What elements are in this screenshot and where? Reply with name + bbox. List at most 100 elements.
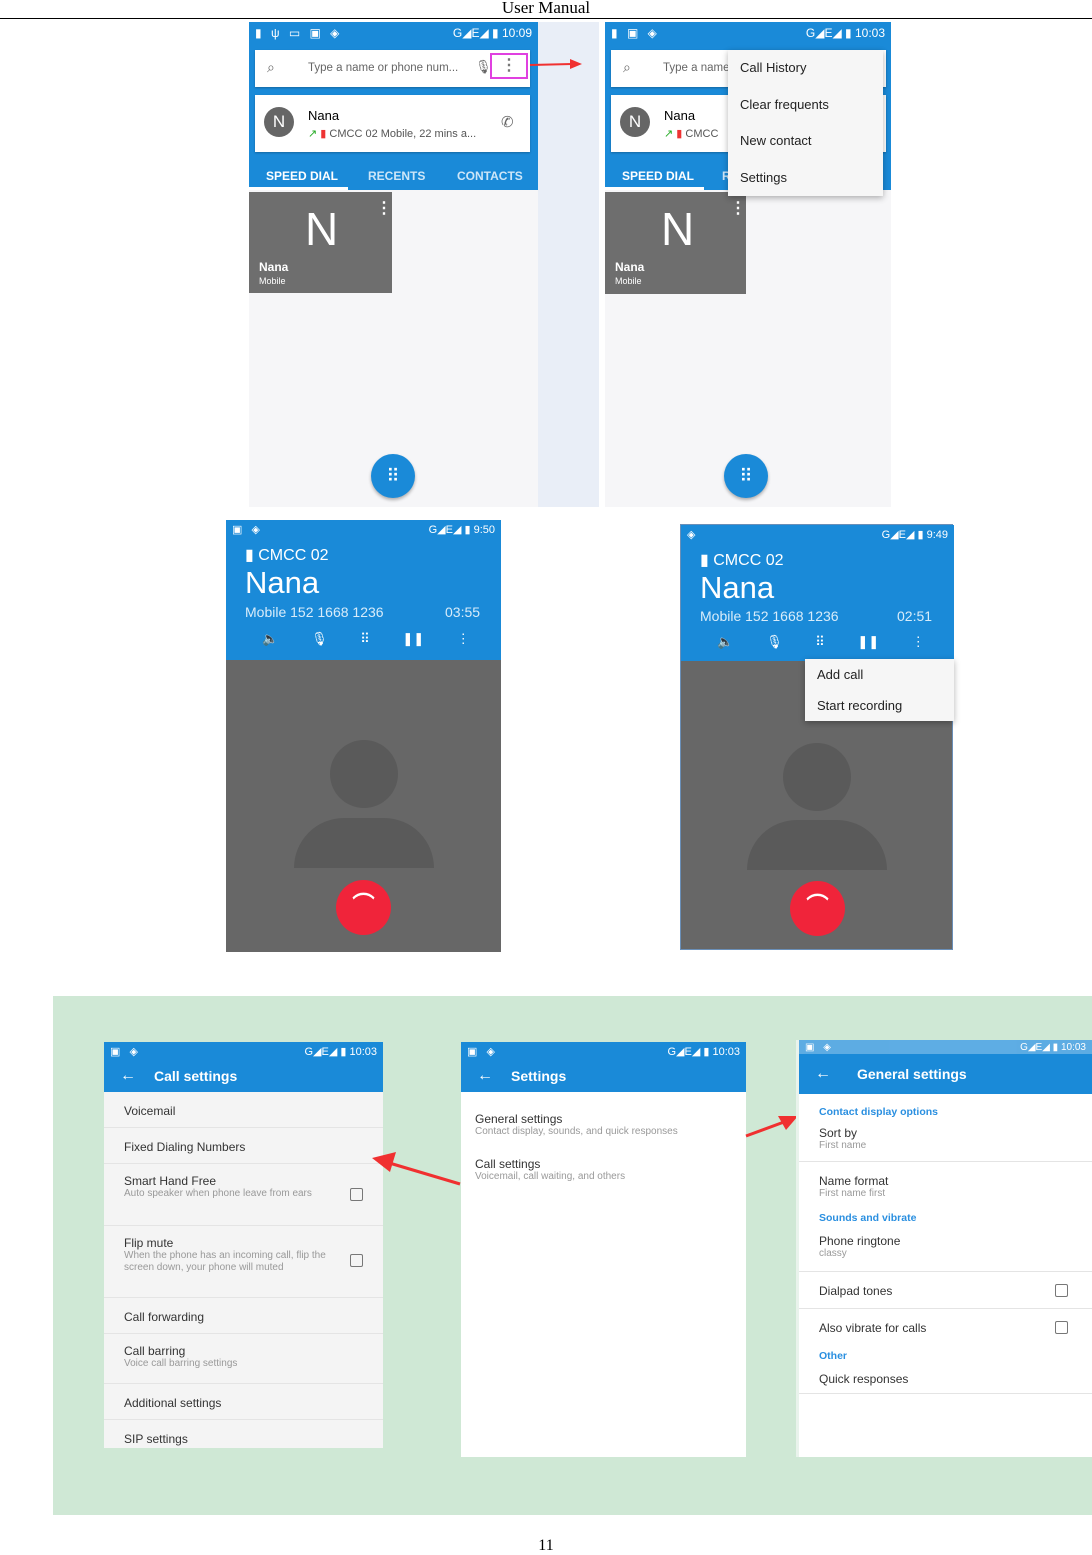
search-box[interactable]: ⌕ Type a name or phone num... 🎙 ⋮ [255, 50, 530, 87]
settings-item-ringtone[interactable]: Phone ringtone classy [799, 1224, 1092, 1272]
status-bar: ▮ ▣ ◈ G◢E◢ ▮ 10:03 [611, 26, 885, 40]
more-icon[interactable]: ⋮ [457, 631, 470, 647]
settings-item-call-forwarding[interactable]: Call forwarding [104, 1298, 383, 1334]
arrow-icon [745, 1116, 798, 1138]
screen-title: General settings [857, 1066, 967, 1082]
caller-number: Mobile 152 1668 1236 [245, 604, 384, 620]
dialpad-icon[interactable]: ⠿ [815, 634, 825, 650]
call-overflow-menu: Add call Start recording [805, 659, 954, 721]
back-arrow-icon[interactable]: ← [477, 1067, 493, 1085]
tab-contacts[interactable]: CONTACTS [457, 169, 523, 183]
call-duration: 03:55 [445, 604, 481, 620]
settings-item-general[interactable]: General settings Contact display, sounds,… [461, 1092, 746, 1137]
status-time: 10:09 [501, 26, 532, 40]
dialpad-icon[interactable]: ⠿ [360, 631, 370, 647]
screen-title: Settings [511, 1068, 567, 1084]
settings-item-call[interactable]: Call settings Voicemail, call waiting, an… [461, 1137, 746, 1182]
more-icon[interactable]: ⋮ [912, 634, 925, 650]
end-call-button[interactable]: ⌒ [790, 881, 845, 936]
status-bar: ▮ ψ ▭ ▣ ◈ G◢E◢ ▮ 10:09 [255, 26, 532, 40]
status-bar: ▣ ◈ G◢E◢ ▮ 10:03 [461, 1042, 746, 1060]
arrow-icon [529, 59, 582, 69]
settings-item-sip[interactable]: SIP settings [104, 1420, 383, 1448]
settings-item-quick-responses[interactable]: Quick responses [799, 1362, 1092, 1394]
speed-dial-tile[interactable]: N ⋮ Nana Mobile [249, 192, 392, 293]
call-settings-screenshot: ▣ ◈ G◢E◢ ▮ 10:03 ← Call settings Voicemail… [104, 1042, 383, 1448]
back-arrow-icon[interactable]: ← [815, 1065, 831, 1083]
status-time: 10:03 [854, 26, 885, 40]
end-call-button[interactable]: ⌒ [336, 880, 391, 935]
contact-detail: CMCC 02 Mobile, 22 mins a... [329, 128, 477, 140]
menu-item-new-contact[interactable]: New contact [728, 123, 883, 160]
settings-item-name-format[interactable]: Name format First name first [799, 1162, 1092, 1206]
more-options-icon[interactable]: ⋮ [490, 53, 528, 79]
tab-speed-dial[interactable]: SPEED DIAL [266, 169, 338, 183]
caller-name: Nana [700, 570, 775, 605]
dialpad-button[interactable]: ⠿ [724, 454, 768, 498]
settings-item-fdn[interactable]: Fixed Dialing Numbers [104, 1128, 383, 1164]
avatar: N [620, 107, 650, 137]
status-bar: ▣ ◈ G◢E◢ ▮ 10:03 [799, 1040, 1092, 1054]
tile-menu-icon[interactable]: ⋮ [376, 198, 392, 218]
carrier-label: ▮ CMCC 02 [245, 547, 329, 564]
search-input[interactable]: Type a name [663, 62, 729, 74]
tile-type: Mobile [259, 276, 286, 286]
settings-item-smart-hand-free[interactable]: Smart Hand Free Auto speaker when phone l… [104, 1164, 383, 1226]
screen-title: Call settings [154, 1068, 238, 1084]
speed-dial-tile[interactable]: N ⋮ Nana Mobile [605, 192, 746, 294]
mute-icon[interactable]: 🎙 [766, 634, 783, 650]
call-duration: 02:51 [897, 608, 933, 624]
recent-contact-card[interactable]: N Nana ↗ ▮ CMCC 02 Mobile, 22 mins a... … [255, 95, 530, 152]
app-bar: ← Settings [461, 1060, 746, 1092]
arrow-icon [372, 1152, 461, 1186]
tile-menu-icon[interactable]: ⋮ [730, 198, 746, 218]
settings-item-call-barring[interactable]: Call barring Voice call barring settings [104, 1334, 383, 1384]
search-input[interactable]: Type a name or phone num... [308, 62, 458, 74]
speaker-icon[interactable]: 🔈 [262, 631, 278, 647]
in-call-screenshot-1: ▣ ◈ G◢E◢ ▮ 9:50 ▮ CMCC 02 Nana Mobile 152… [226, 520, 501, 952]
checkbox[interactable] [350, 1188, 363, 1201]
app-bar: ← Call settings [104, 1060, 383, 1092]
menu-item-settings[interactable]: Settings [728, 160, 883, 197]
tab-recents[interactable]: RECENTS [368, 169, 425, 183]
search-icon: ⌕ [623, 59, 631, 75]
menu-item-start-recording[interactable]: Start recording [805, 690, 954, 721]
menu-item-clear-frequents[interactable]: Clear frequents [728, 87, 883, 124]
back-arrow-icon[interactable]: ← [120, 1067, 136, 1085]
settings-item-vibrate[interactable]: Also vibrate for calls [799, 1309, 1092, 1346]
hold-icon[interactable]: ❚❚ [402, 631, 424, 647]
carrier-label: ▮ CMCC 02 [700, 552, 784, 569]
settings-item-voicemail[interactable]: Voicemail [104, 1092, 383, 1128]
mute-icon[interactable]: 🎙 [311, 631, 328, 647]
overflow-menu: Call History Clear frequents New contact… [728, 50, 883, 196]
menu-item-call-history[interactable]: Call History [728, 50, 883, 87]
checkbox[interactable] [1055, 1321, 1068, 1334]
section-header: Other [819, 1350, 848, 1362]
settings-item-additional[interactable]: Additional settings [104, 1384, 383, 1420]
settings-item-flip-mute[interactable]: Flip mute When the phone has an incoming … [104, 1226, 383, 1298]
dialpad-button[interactable]: ⠿ [371, 454, 415, 498]
phone-icon[interactable]: ✆ [501, 113, 514, 131]
status-bar: ▣ ◈ G◢E◢ ▮ 9:50 [232, 523, 495, 536]
caller-name: Nana [245, 565, 320, 600]
avatar: N [264, 107, 294, 137]
contact-name: Nana [308, 108, 340, 123]
menu-item-add-call[interactable]: Add call [805, 659, 954, 690]
settings-item-dialpad-tones[interactable]: Dialpad tones [799, 1272, 1092, 1309]
avatar-placeholder-icon [330, 740, 398, 808]
tile-name: Nana [259, 260, 289, 274]
tile-letter: N [305, 203, 339, 255]
status-bar: ▣ ◈ G◢E◢ ▮ 10:03 [104, 1042, 383, 1060]
page-number: 11 [538, 1537, 554, 1554]
settings-item-sort-by[interactable]: Sort by First name [799, 1118, 1092, 1162]
checkbox[interactable] [350, 1254, 363, 1267]
tile-type: Mobile [615, 276, 642, 286]
dialer-screenshot-1: ▮ ψ ▭ ▣ ◈ G◢E◢ ▮ 10:09 ⌕ Type a name or p… [249, 22, 599, 507]
hold-icon[interactable]: ❚❚ [857, 634, 879, 650]
speaker-icon[interactable]: 🔈 [717, 634, 733, 650]
app-bar: ← General settings [799, 1054, 1092, 1094]
tab-speed-dial[interactable]: SPEED DIAL [622, 169, 694, 183]
checkbox[interactable] [1055, 1284, 1068, 1297]
page-header: User Manual [0, 0, 1092, 19]
tile-name: Nana [615, 260, 645, 274]
